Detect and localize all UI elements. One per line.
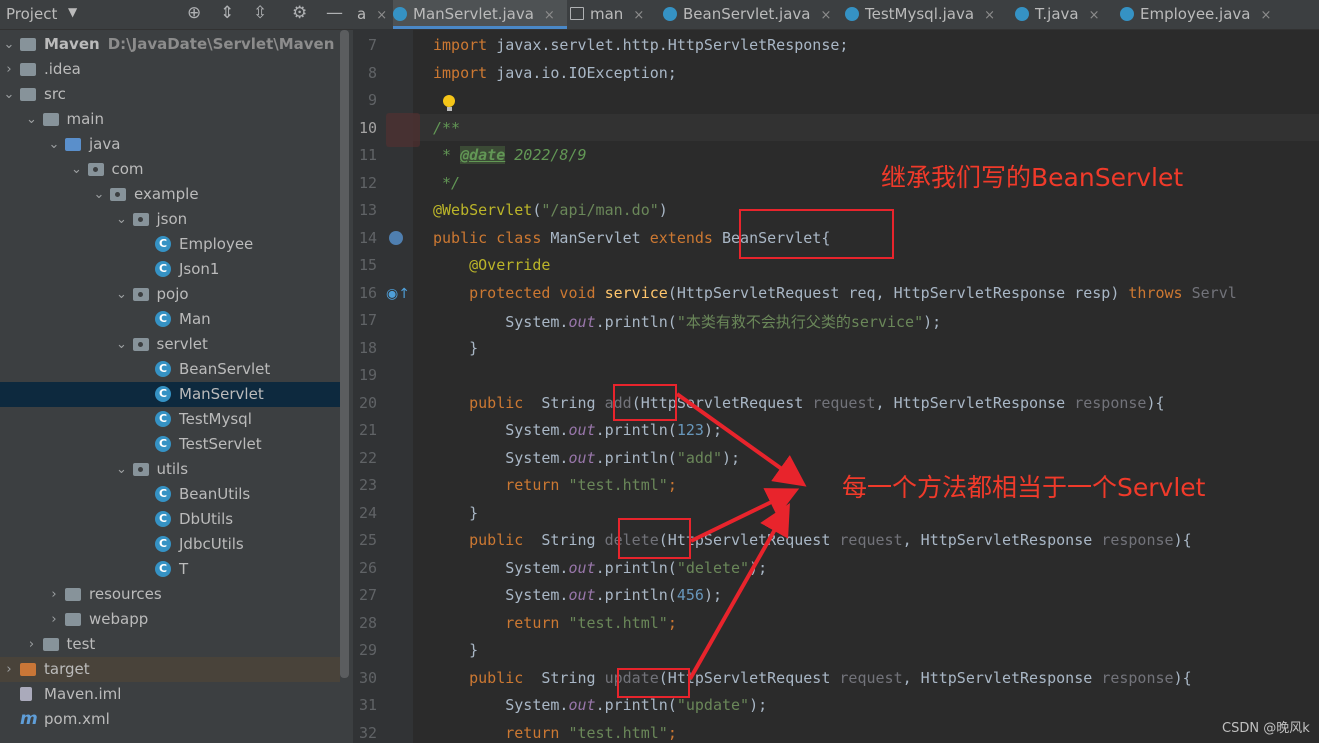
annotation-arrows <box>675 392 807 680</box>
method-annotation: 每一个方法都相当于一个Servlet <box>842 473 1206 502</box>
arrow-from-delete <box>690 488 800 543</box>
inherit-annotation: 继承我们写的BeanServlet <box>881 163 1184 192</box>
watermark: CSDN @晚风k <box>1222 721 1310 736</box>
arrow-from-add <box>675 392 807 487</box>
